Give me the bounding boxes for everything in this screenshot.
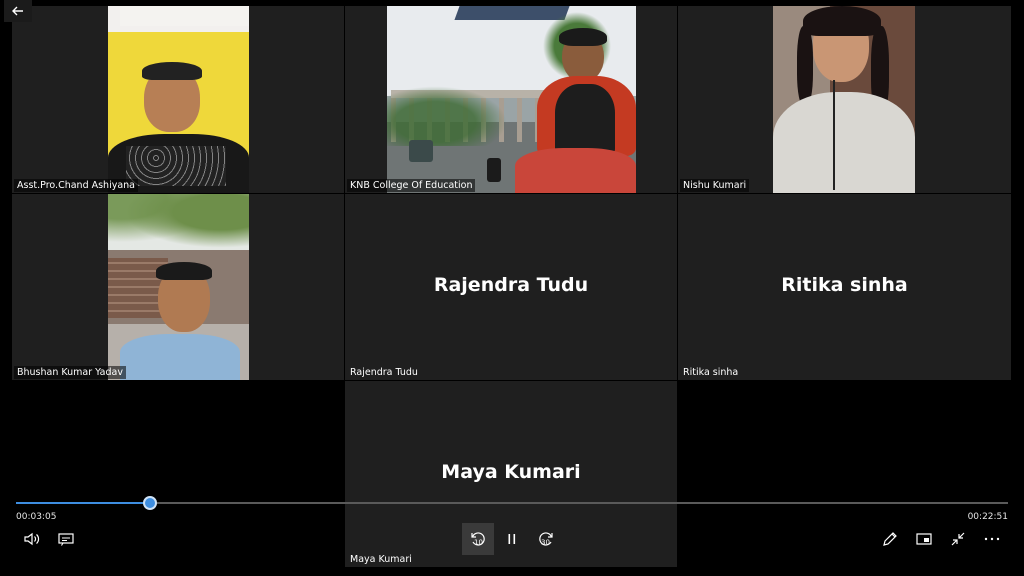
participant-video bbox=[773, 6, 915, 193]
rewind-10-icon: 10 bbox=[471, 532, 485, 547]
more-icon bbox=[984, 537, 1000, 541]
seek-bar-thumb[interactable] bbox=[142, 496, 157, 510]
rewind-seconds-label: 10 bbox=[474, 539, 483, 547]
participant-name-tag: Rajendra Tudu bbox=[350, 367, 418, 378]
back-arrow-icon bbox=[12, 6, 23, 16]
participant-name-tag: Asst.Pro.Chand Ashiyana bbox=[14, 179, 139, 192]
video-tile-rajendra-tudu: Rajendra Tudu Rajendra Tudu bbox=[345, 194, 677, 380]
participant-big-name: Maya Kumari bbox=[441, 461, 581, 483]
seek-bar-fill bbox=[16, 502, 150, 504]
participant-name-tag: Maya Kumari bbox=[350, 554, 412, 565]
forward-30-icon: 30 bbox=[539, 532, 553, 547]
participant-name-tag: Nishu Kumari bbox=[680, 179, 750, 192]
video-tile-nishu-kumari: Nishu Kumari bbox=[678, 6, 1011, 193]
volume-button[interactable] bbox=[16, 523, 48, 555]
video-tile-ritika-sinha: Ritika sinha Ritika sinha bbox=[678, 194, 1011, 380]
exit-fullscreen-button[interactable] bbox=[942, 523, 974, 555]
more-options-button[interactable] bbox=[976, 523, 1008, 555]
video-tile-chand-ashiyana: Asst.Pro.Chand Ashiyana bbox=[12, 6, 344, 193]
pencil-icon bbox=[883, 532, 897, 546]
seek-bar[interactable] bbox=[16, 496, 1008, 510]
video-tile-bhushan-kumar-yadav: Bhushan Kumar Yadav bbox=[12, 194, 344, 380]
exit-fullscreen-icon bbox=[951, 532, 965, 546]
forward-seconds-label: 30 bbox=[541, 539, 550, 547]
forward-30-button[interactable]: 30 bbox=[530, 523, 562, 555]
participant-video bbox=[108, 6, 249, 193]
pause-icon bbox=[508, 534, 516, 544]
rewind-10-button[interactable]: 10 bbox=[462, 523, 494, 555]
participant-name-tag: Bhushan Kumar Yadav bbox=[14, 366, 126, 379]
participant-video bbox=[387, 6, 636, 193]
video-tile-knb-college: KNB College Of Education bbox=[345, 6, 677, 193]
current-time: 00:03:05 bbox=[16, 512, 57, 522]
volume-icon bbox=[24, 532, 40, 546]
edit-button[interactable] bbox=[874, 523, 906, 555]
pause-button[interactable] bbox=[496, 523, 528, 555]
captions-button[interactable] bbox=[50, 523, 82, 555]
participant-video bbox=[108, 194, 249, 380]
back-button[interactable] bbox=[4, 0, 32, 22]
captions-icon bbox=[58, 533, 74, 546]
miniplayer-icon bbox=[916, 533, 932, 545]
participant-big-name: Ritika sinha bbox=[781, 274, 908, 296]
miniplayer-button[interactable] bbox=[908, 523, 940, 555]
participant-big-name: Rajendra Tudu bbox=[433, 274, 589, 296]
participant-name-tag: KNB College Of Education bbox=[347, 179, 476, 192]
total-time: 00:22:51 bbox=[967, 512, 1008, 522]
participant-name-tag: Ritika sinha bbox=[683, 367, 739, 378]
